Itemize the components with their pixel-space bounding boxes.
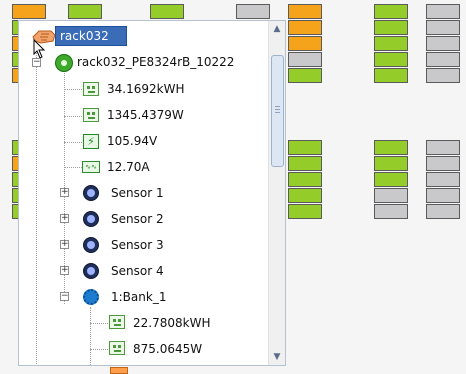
collapse-glyph: − xyxy=(61,291,69,301)
rack-cell-empty[interactable] xyxy=(426,156,460,171)
tree-branch xyxy=(90,349,108,350)
collapse-toggle[interactable]: − xyxy=(32,58,41,67)
rack-cell-ok[interactable] xyxy=(68,4,102,19)
meter-icon xyxy=(83,108,99,122)
current-icon: ∿∿ xyxy=(82,161,100,173)
rack-cell-empty[interactable] xyxy=(426,188,460,203)
rack-cell-ok[interactable] xyxy=(374,4,408,19)
rack-cell-warning[interactable] xyxy=(12,4,46,19)
tree-branch xyxy=(64,89,82,90)
tree-node-label: 1:Bank_1 xyxy=(111,290,167,304)
collapse-toggle[interactable]: − xyxy=(60,292,69,301)
rack-cell-ok[interactable] xyxy=(288,140,322,155)
device-tree-popup: rack032 − rack032_PE8324rB_10222 34.1692… xyxy=(18,20,286,366)
gear-icon xyxy=(83,289,99,305)
device-tree: rack032 − rack032_PE8324rB_10222 34.1692… xyxy=(19,21,269,365)
expand-glyph: + xyxy=(61,265,69,275)
tree-node-label: rack032_PE8324rB_10222 xyxy=(77,55,235,69)
tree-node-label: Sensor 2 xyxy=(111,212,164,226)
tree-branch xyxy=(64,142,82,143)
tree-guide-line xyxy=(36,46,37,365)
tree-node-label: Sensor 1 xyxy=(111,186,164,200)
sensor-icon xyxy=(83,263,99,279)
rack-cell-ok[interactable] xyxy=(374,156,408,171)
expand-glyph: + xyxy=(61,239,69,249)
expand-toggle[interactable]: + xyxy=(60,240,69,249)
rack-cell-empty[interactable] xyxy=(426,204,460,219)
expand-toggle[interactable]: + xyxy=(60,214,69,223)
rack-cell-ok[interactable] xyxy=(374,20,408,35)
rack-cell-empty[interactable] xyxy=(374,204,408,219)
rack-cell-empty[interactable] xyxy=(426,140,460,155)
rack-cell-empty[interactable] xyxy=(374,188,408,203)
scroll-up-arrow-icon[interactable]: ▲ xyxy=(271,23,283,35)
scroll-down-arrow-icon[interactable]: ▼ xyxy=(271,351,283,363)
rack-cell-ok[interactable] xyxy=(374,52,408,67)
rack-cell-empty[interactable] xyxy=(426,68,460,83)
sensor-icon xyxy=(83,185,99,201)
meter-icon xyxy=(109,341,125,355)
expand-glyph: + xyxy=(61,187,69,197)
collapse-glyph: − xyxy=(33,57,41,67)
tree-branch xyxy=(64,167,82,168)
sensor-icon xyxy=(83,237,99,253)
tree-node-label: Sensor 4 xyxy=(111,264,164,278)
expand-toggle[interactable]: + xyxy=(60,266,69,275)
rack-cell-ok[interactable] xyxy=(288,172,322,187)
tree-branch xyxy=(90,323,108,324)
tree-guide-line xyxy=(90,307,91,365)
rack-cell-empty[interactable] xyxy=(288,52,322,67)
tree-node-label: 105.94V xyxy=(107,134,158,148)
rack-cell-ok[interactable] xyxy=(374,36,408,51)
rack-cell-empty[interactable] xyxy=(426,4,460,19)
rack-cell-warning[interactable] xyxy=(288,20,322,35)
rack-cell-empty[interactable] xyxy=(426,20,460,35)
rack-cell-ok[interactable] xyxy=(374,140,408,155)
tree-node-label: 22.7808kWH xyxy=(133,316,211,330)
rack-cell-ok[interactable] xyxy=(288,156,322,171)
rack-cell-ok[interactable] xyxy=(288,68,322,83)
tree-node-rack032[interactable]: rack032 xyxy=(55,26,127,46)
tree-node-label: 34.1692kWH xyxy=(107,82,185,96)
mouse-cursor-icon xyxy=(33,39,46,59)
rack-cell-ok[interactable] xyxy=(288,204,322,219)
expand-glyph: + xyxy=(61,213,69,223)
rack-cell-ok[interactable] xyxy=(374,68,408,83)
scrollbar-thumb[interactable] xyxy=(271,55,284,167)
meter-icon xyxy=(109,315,125,329)
sensor-icon xyxy=(83,211,99,227)
partial-tree-icon xyxy=(110,367,128,374)
device-icon xyxy=(55,54,73,72)
rack-cell-ok[interactable] xyxy=(150,4,184,19)
tree-node-label: 12.70A xyxy=(107,160,150,174)
expand-toggle[interactable]: + xyxy=(60,188,69,197)
meter-icon xyxy=(83,82,99,96)
tree-branch xyxy=(64,116,82,117)
rack-cell-warning[interactable] xyxy=(288,36,322,51)
rack-cell-empty[interactable] xyxy=(426,36,460,51)
rack-cell-ok[interactable] xyxy=(288,188,322,203)
rack-cell-empty[interactable] xyxy=(236,4,270,19)
tree-node-label: 875.0645W xyxy=(133,342,203,356)
tree-node-label: Sensor 3 xyxy=(111,238,164,252)
rack-cell-ok[interactable] xyxy=(374,172,408,187)
tree-node-label: rack032 xyxy=(60,29,109,43)
tree-node-label: 1345.4379W xyxy=(107,108,184,122)
lightning-icon: ⚡ xyxy=(83,134,99,149)
rack-cell-warning[interactable] xyxy=(288,4,322,19)
vertical-scrollbar[interactable]: ▲ ▼ xyxy=(268,21,285,365)
rack-cell-empty[interactable] xyxy=(426,52,460,67)
rack-cell-empty[interactable] xyxy=(426,172,460,187)
